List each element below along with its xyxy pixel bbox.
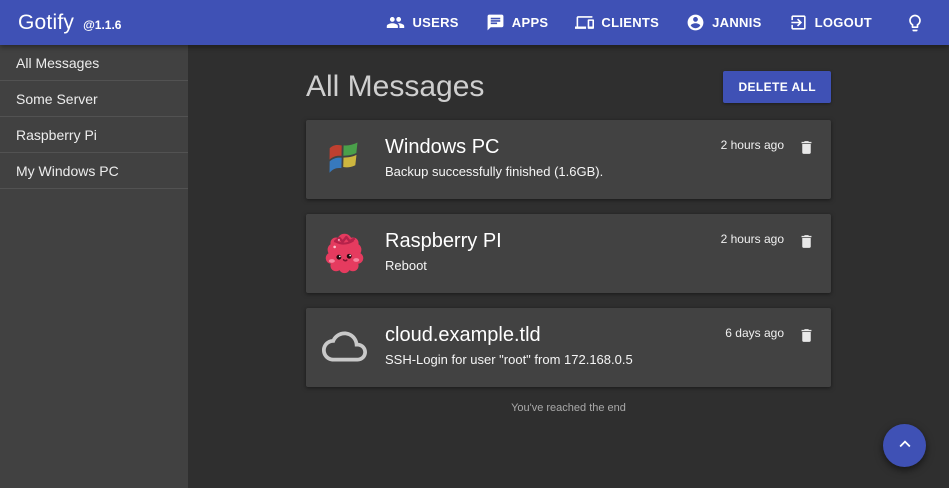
message-timestamp: 6 days ago [725, 326, 784, 340]
scroll-to-top-button[interactable] [883, 424, 926, 467]
nav-apps-label: APPS [512, 15, 549, 30]
sidebar: All Messages Some Server Raspberry Pi My… [0, 45, 188, 488]
nav-user-jannis[interactable]: JANNIS [686, 13, 761, 32]
brand: Gotify @1.1.6 [18, 11, 121, 35]
nav-users[interactable]: USERS [386, 13, 458, 32]
lightbulb-icon [905, 13, 925, 33]
message-title: cloud.example.tld [385, 324, 725, 347]
message-body: Reboot [385, 258, 721, 273]
app-title: Gotify [18, 11, 74, 35]
trash-icon [798, 239, 815, 254]
trash-icon [798, 145, 815, 160]
message-body: SSH-Login for user "root" from 172.168.0… [385, 352, 725, 367]
app-version: @1.1.6 [83, 18, 121, 32]
account-circle-icon [686, 13, 705, 32]
chevron-up-icon [894, 433, 916, 458]
delete-message-button[interactable] [798, 326, 815, 348]
message-card-windows-pc: Windows PC Backup successfully finished … [306, 120, 831, 199]
sidebar-item-my-windows-pc[interactable]: My Windows PC [0, 153, 188, 189]
sidebar-item-raspberry-pi[interactable]: Raspberry Pi [0, 117, 188, 153]
delete-message-button[interactable] [798, 232, 815, 254]
sidebar-item-label: All Messages [16, 55, 99, 71]
logout-icon [789, 13, 808, 32]
nav-clients-label: CLIENTS [601, 15, 659, 30]
sidebar-item-all-messages[interactable]: All Messages [0, 45, 188, 81]
end-of-list-text: You've reached the end [306, 402, 831, 414]
message-title: Windows PC [385, 136, 721, 159]
users-icon [386, 13, 405, 32]
nav-apps[interactable]: APPS [486, 13, 549, 32]
message-body: Backup successfully finished (1.6GB). [385, 164, 721, 179]
page-title: All Messages [306, 72, 484, 102]
sidebar-item-label: My Windows PC [16, 163, 119, 179]
message-title: Raspberry PI [385, 230, 721, 253]
nav-logout-label: LOGOUT [815, 15, 872, 30]
app-bar: Gotify @1.1.6 USERS APPS CLIENTS JANNIS [0, 0, 949, 45]
delete-message-button[interactable] [798, 138, 815, 160]
message-timestamp: 2 hours ago [721, 138, 784, 152]
sidebar-item-some-server[interactable]: Some Server [0, 81, 188, 117]
delete-all-button[interactable]: DELETE ALL [723, 71, 831, 103]
message-card-raspberry-pi: Raspberry PI Reboot 2 hours ago [306, 214, 831, 293]
chat-icon [486, 13, 505, 32]
header-nav: USERS APPS CLIENTS JANNIS LOGOUT [386, 13, 925, 33]
message-card-cloud: cloud.example.tld SSH-Login for user "ro… [306, 308, 831, 387]
cloud-icon [322, 324, 367, 369]
devices-icon [575, 13, 594, 32]
trash-icon [798, 333, 815, 348]
nav-clients[interactable]: CLIENTS [575, 13, 659, 32]
sidebar-item-label: Raspberry Pi [16, 127, 97, 143]
theme-toggle-button[interactable] [905, 13, 925, 33]
message-timestamp: 2 hours ago [721, 232, 784, 246]
windows-logo-icon [322, 136, 367, 181]
nav-logout[interactable]: LOGOUT [789, 13, 872, 32]
main-content: All Messages DELETE ALL Windows PC Backu… [188, 45, 949, 488]
raspberry-icon [322, 230, 367, 275]
nav-user-label: JANNIS [712, 15, 761, 30]
nav-users-label: USERS [412, 15, 458, 30]
sidebar-item-label: Some Server [16, 91, 98, 107]
